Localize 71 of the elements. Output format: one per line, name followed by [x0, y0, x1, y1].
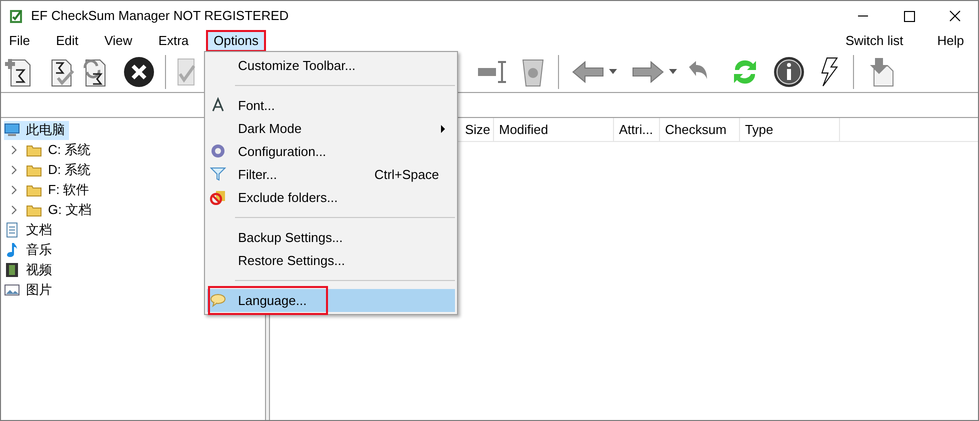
menu-option-label: Dark Mode: [238, 120, 302, 138]
menu-option[interactable]: Restore Settings...: [207, 249, 455, 272]
column-header[interactable]: Type: [740, 118, 840, 142]
column-header[interactable]: Size: [460, 118, 494, 142]
tree-item-label: 此电脑: [26, 121, 65, 140]
picture-icon: [4, 282, 20, 298]
expand-chevron-icon[interactable]: [10, 145, 18, 155]
tree-item-label: 音乐: [26, 241, 52, 260]
tree-item-label: C: 系统: [48, 141, 91, 160]
tree-item[interactable]: 视频: [4, 260, 56, 280]
shortcut-label: Ctrl+Space: [374, 166, 439, 184]
column-header[interactable]: Modified: [494, 118, 614, 142]
menu-option-label: Filter...: [238, 166, 278, 184]
computer-icon: [4, 122, 20, 138]
menu-item[interactable]: Help: [929, 31, 972, 51]
menu-item[interactable]: Extra: [150, 31, 197, 51]
app-icon: [9, 8, 25, 24]
menu-option-label: Language...: [238, 292, 307, 310]
menu-option[interactable]: Font...: [207, 94, 455, 117]
window-title: EF CheckSum Manager NOT REGISTERED: [31, 7, 289, 26]
menu-option[interactable]: Configuration...: [207, 140, 455, 163]
tree-item-label: 文档: [26, 221, 52, 240]
dropdown-caret-icon[interactable]: [669, 68, 677, 74]
tree-item[interactable]: 图片: [4, 280, 56, 300]
menu-item[interactable]: Switch list: [837, 31, 912, 51]
menu-option[interactable]: Exclude folders...: [207, 186, 455, 209]
menu-option[interactable]: Backup Settings...: [207, 226, 455, 249]
info-icon[interactable]: [773, 56, 805, 88]
tree-item[interactable]: 音乐: [4, 240, 56, 260]
column-header[interactable]: Checksum: [660, 118, 740, 142]
prohibited-folder-icon: [210, 189, 226, 205]
filter-icon: [210, 166, 226, 182]
lightning-icon[interactable]: [819, 56, 839, 86]
menu-option-label: Font...: [238, 96, 275, 115]
menu-item[interactable]: File: [1, 31, 38, 51]
tree-item[interactable]: D: 系统: [26, 160, 95, 180]
tree-item-label: D: 系统: [48, 161, 91, 180]
expand-chevron-icon[interactable]: [10, 185, 18, 195]
tree-item-label: 视频: [26, 261, 52, 280]
tree-item[interactable]: 此电脑: [4, 120, 69, 140]
tree-item[interactable]: G: 文档: [26, 200, 96, 220]
tree-item-label: G: 文档: [48, 201, 92, 220]
speech-bubble-icon: [210, 292, 226, 308]
menu-item[interactable]: View: [96, 31, 140, 51]
tree-item[interactable]: 文档: [4, 220, 56, 240]
font-letter-icon: [210, 97, 226, 113]
tree-item-label: F: 软件: [48, 181, 90, 200]
settings-icon: [210, 143, 226, 159]
film-icon: [4, 262, 20, 278]
menu-option[interactable]: Customize Toolbar...: [207, 54, 455, 77]
menu-option[interactable]: Dark Mode: [207, 117, 455, 140]
column-header[interactable]: Attri...: [614, 118, 660, 142]
download-document-icon[interactable]: [868, 56, 896, 88]
menu-option-label: Restore Settings...: [238, 252, 345, 270]
tree-item[interactable]: F: 软件: [26, 180, 94, 200]
menu-option[interactable]: Filter... Ctrl+Space: [207, 163, 455, 186]
tree-item-label: 图片: [26, 281, 52, 300]
menu-option[interactable]: Language...: [207, 289, 455, 312]
menu-option-label: Customize Toolbar...: [238, 56, 356, 75]
menu-option-label: Configuration...: [238, 142, 326, 161]
cancel-icon[interactable]: [123, 56, 155, 88]
menu-item[interactable]: Options: [206, 31, 266, 51]
menu-option-label: Exclude folders...: [238, 188, 338, 207]
music-note-icon: [4, 242, 20, 258]
tree-item[interactable]: C: 系统: [26, 140, 95, 160]
menu-option-label: Backup Settings...: [238, 228, 343, 247]
menu-item[interactable]: Edit: [48, 31, 86, 51]
expand-chevron-icon[interactable]: [10, 165, 18, 175]
document-icon: [4, 222, 20, 238]
expand-chevron-icon[interactable]: [10, 205, 18, 215]
dropdown-caret-icon[interactable]: [609, 68, 617, 74]
